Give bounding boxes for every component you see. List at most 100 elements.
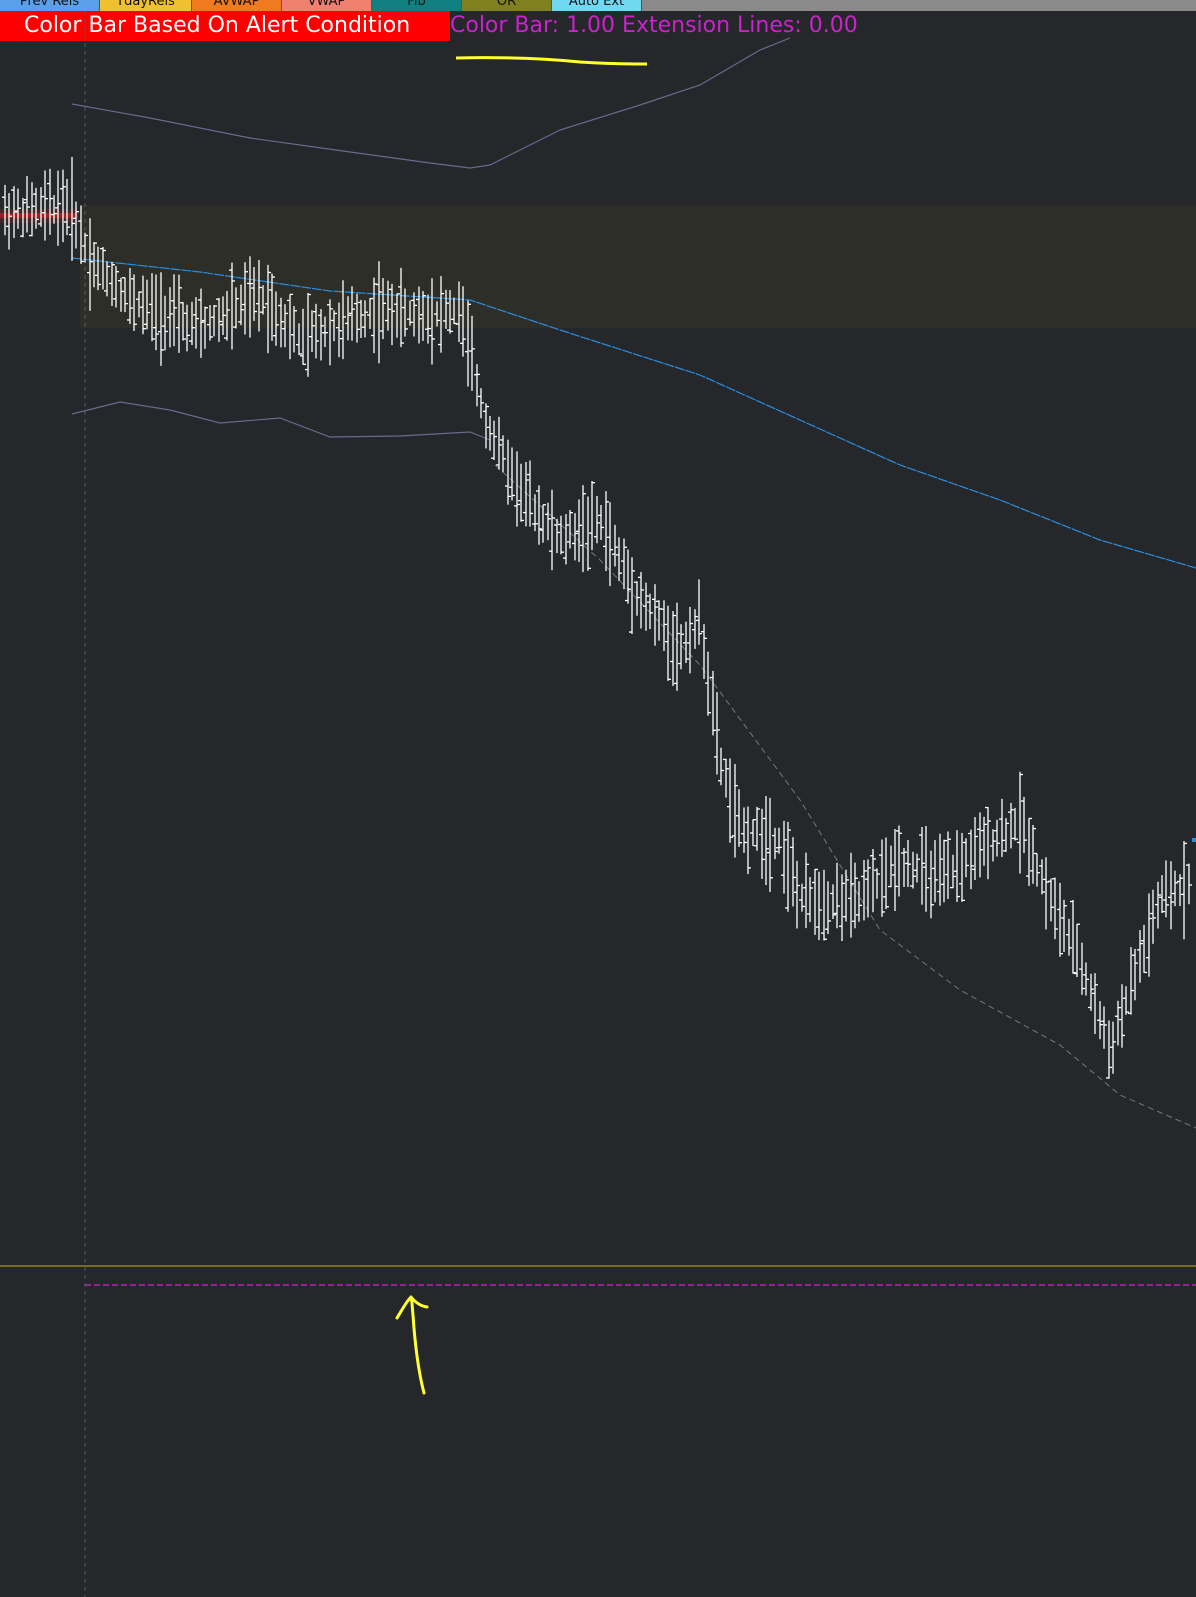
- ohlc-bar: [985, 806, 991, 880]
- ohlc-bar: [1168, 861, 1174, 930]
- ohlc-bar: [616, 537, 622, 581]
- ohlc-bar: [741, 807, 747, 853]
- ohlc-bar: [491, 420, 497, 461]
- ohlc-bar: [932, 840, 938, 903]
- ohlc-bar: [816, 871, 822, 941]
- ohlc-bar: [919, 826, 925, 905]
- lower-band-line: [71, 401, 491, 441]
- ohlc-bar: [785, 821, 791, 912]
- ohlc-bar: [549, 489, 555, 571]
- ohlc-bar: [856, 881, 862, 922]
- ohlc-bar: [968, 829, 974, 890]
- right-edge-marker: [1192, 838, 1196, 842]
- ohlc-bar: [812, 868, 818, 935]
- ohlc-bar: [701, 624, 707, 680]
- ohlc-bar: [670, 611, 676, 686]
- ohlc-bar: [999, 798, 1005, 857]
- ohlc-bar: [714, 692, 720, 775]
- ohlc-bar: [1030, 824, 1036, 884]
- ohlc-bar: [1048, 878, 1054, 922]
- ohlc-bar: [55, 170, 61, 246]
- ohlc-bar: [888, 845, 894, 888]
- ohlc-bar: [959, 832, 965, 902]
- ohlc-bar: [923, 825, 929, 912]
- ohlc-bar: [1150, 889, 1156, 944]
- ohlc-bar: [839, 874, 845, 942]
- ohlc-bar: [994, 819, 1000, 857]
- ohlc-bar: [514, 451, 520, 527]
- ohlc-bar: [1008, 802, 1014, 849]
- ohlc-bar: [563, 514, 569, 565]
- ohlc-bar: [621, 538, 627, 590]
- ohlc-bar: [652, 584, 658, 646]
- ohlc-bar: [665, 605, 671, 681]
- ohlc-bar: [981, 816, 987, 866]
- ohlc-bar: [1137, 930, 1143, 983]
- ohlc-bar: [589, 480, 595, 551]
- ohlc-bar: [1115, 1000, 1121, 1046]
- ohlc-bar: [487, 415, 493, 451]
- ohlc-bar: [874, 868, 880, 899]
- ohlc-bar: [558, 515, 564, 555]
- ohlc-bar: [500, 435, 506, 473]
- price-chart[interactable]: [0, 0, 1196, 1597]
- ohlc-bar: [1039, 859, 1045, 895]
- ohlc-bar: [928, 850, 934, 919]
- ohlc-bar: [727, 758, 733, 843]
- ohlc-bar: [977, 812, 983, 878]
- ohlc-bar: [954, 830, 960, 902]
- ohlc-bar: [937, 833, 943, 906]
- ohlc-bar: [1034, 852, 1040, 887]
- ohlc-bar: [825, 881, 831, 934]
- ohlc-bar: [763, 795, 769, 886]
- ohlc-bar: [603, 491, 609, 572]
- ohlc-bar: [1066, 918, 1072, 956]
- ohlc-bar: [972, 817, 978, 880]
- ohlc-bar: [1186, 863, 1192, 905]
- ohlc-bar: [718, 747, 724, 786]
- ohlc-bar: [732, 763, 738, 858]
- ohlc-bar: [1172, 870, 1178, 907]
- ohlc-bar: [1177, 874, 1183, 907]
- ohlc-bar: [536, 485, 542, 545]
- ohlc-bar: [754, 806, 760, 851]
- ohlc-bar: [883, 837, 889, 910]
- ohlc-bar: [705, 651, 711, 716]
- ohlc-bar: [772, 827, 778, 860]
- ohlc-bar: [69, 156, 75, 261]
- ohlc-bar: [794, 860, 800, 929]
- ohlc-bar: [1119, 984, 1125, 1048]
- ohlc-bar: [1026, 817, 1032, 886]
- ohlc-bar: [1061, 899, 1067, 952]
- ohlc-bar: [914, 853, 920, 883]
- ohlc-bar: [1101, 1006, 1107, 1049]
- ohlc-bar: [892, 829, 898, 912]
- ohlc-bar: [945, 831, 951, 899]
- ohlc-bar: [509, 447, 515, 501]
- ohlc-bar: [1132, 948, 1138, 1001]
- ohlc-bar: [905, 839, 911, 887]
- ohlc-bar: [296, 323, 302, 356]
- ohlc-bar: [1017, 771, 1023, 874]
- ohlc-bar: [834, 862, 840, 929]
- ohlc-bar: [803, 852, 809, 929]
- ohlc-bar: [1057, 882, 1063, 957]
- ohlc-bar: [1123, 986, 1129, 1015]
- ohlc-bar: [1043, 857, 1049, 930]
- ohlc-bar: [807, 877, 813, 923]
- ohlc-bar: [941, 839, 947, 903]
- ohlc-bar: [1012, 807, 1018, 841]
- ohlc-bar: [736, 789, 742, 847]
- ohlc-bar: [572, 513, 578, 561]
- ohlc-bar: [545, 502, 551, 541]
- ohlc-bar: [478, 388, 484, 419]
- highlight-underline: [455, 56, 648, 66]
- ohlc-bar: [594, 495, 600, 544]
- ohlc-bar: [710, 670, 716, 736]
- ohlc-bar: [990, 829, 996, 862]
- ohlc-bar: [1003, 818, 1009, 852]
- consolidation-zone: [80, 205, 1196, 328]
- ohlc-bar: [750, 819, 756, 847]
- ohlc-bar: [24, 175, 30, 233]
- ohlc-bar: [870, 848, 876, 913]
